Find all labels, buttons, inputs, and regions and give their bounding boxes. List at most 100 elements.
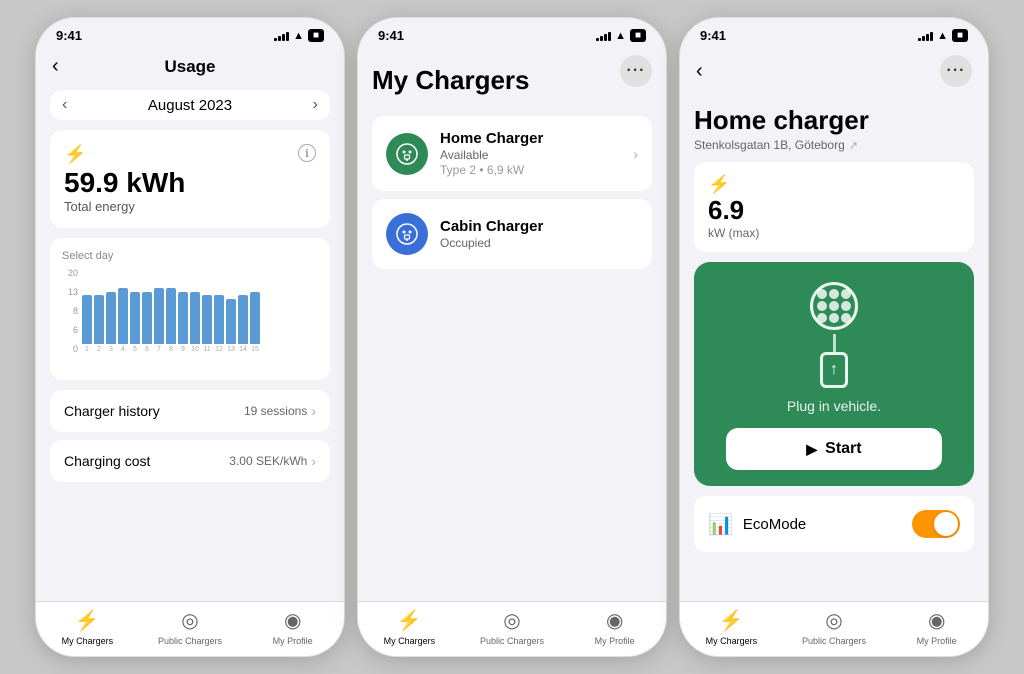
- charging-cost-value: 3.00 SEK/kWh: [229, 454, 307, 468]
- chargers-menu-button[interactable]: ···: [620, 55, 652, 87]
- tab-bar-1: ⚡ My Chargers ◎ Public Chargers ◉ My Pro…: [36, 601, 344, 656]
- external-link-icon[interactable]: ↗: [849, 139, 858, 152]
- chart-bar-1[interactable]: 1: [82, 295, 92, 353]
- chart-bar-2[interactable]: 2: [94, 295, 104, 353]
- charger-plug-icon-green: [396, 143, 418, 165]
- charger-history-label: Charger history: [64, 403, 160, 419]
- chart-bar-12[interactable]: 12: [214, 295, 224, 353]
- bar-xlabel-14: 14: [239, 346, 247, 353]
- chart-bar-10[interactable]: 10: [190, 292, 200, 354]
- bar-xlabel-10: 10: [191, 346, 199, 353]
- kw-card: ⚡ 6.9 kW (max): [694, 162, 974, 252]
- tab-profile-1[interactable]: ◉ My Profile: [241, 608, 344, 646]
- plug-connector-icon: ↑: [820, 352, 848, 388]
- info-button[interactable]: ℹ: [298, 144, 316, 162]
- home-charger-card[interactable]: Home Charger Available Type 2 • 6,9 kW ›: [372, 116, 652, 191]
- signal-icon-2: [596, 31, 611, 41]
- tab-profile-3[interactable]: ◉ My Profile: [885, 608, 988, 646]
- plug-cable: [833, 334, 836, 352]
- tab-public-chargers-3[interactable]: ◎ Public Chargers: [783, 608, 886, 646]
- tab-chargers-icon-3: ⚡: [719, 608, 744, 633]
- kw-bolt-icon: ⚡: [708, 174, 960, 195]
- tab-profile-2[interactable]: ◉ My Profile: [563, 608, 666, 646]
- bar-xlabel-7: 7: [157, 346, 161, 353]
- tab-profile-icon-2: ◉: [606, 608, 623, 633]
- status-bar-2: 9:41 ▲ ■: [358, 18, 666, 47]
- wifi-icon-1: ▲: [293, 30, 304, 42]
- bar-xlabel-11: 11: [203, 346, 210, 353]
- cabin-charger-icon: [386, 213, 428, 255]
- chart-bar-14[interactable]: 14: [238, 295, 248, 353]
- back-button-usage[interactable]: ‹: [52, 55, 80, 78]
- tab-public-icon-1: ◎: [181, 608, 198, 633]
- prev-month-button[interactable]: ‹: [62, 96, 67, 114]
- tab-profile-label-2: My Profile: [595, 636, 635, 646]
- tab-my-chargers-3[interactable]: ⚡ My Chargers: [680, 608, 783, 646]
- ylabel-8: 8: [62, 306, 78, 316]
- back-button-detail[interactable]: ‹: [696, 60, 724, 83]
- chart-bar-9[interactable]: 9: [178, 292, 188, 354]
- month-nav: ‹ August 2023 ›: [50, 90, 330, 120]
- chart-bar-13[interactable]: 13: [226, 299, 236, 353]
- bar-xlabel-8: 8: [169, 346, 173, 353]
- ylabel-20: 20: [62, 268, 78, 278]
- status-icons-2: ▲ ■: [596, 29, 646, 42]
- status-bar-3: 9:41 ▲ ■: [680, 18, 988, 47]
- detail-menu-button[interactable]: ···: [940, 55, 972, 87]
- chart-bar-11[interactable]: 11: [202, 295, 212, 353]
- start-label: Start: [825, 440, 861, 458]
- tab-public-icon-2: ◎: [503, 608, 520, 633]
- plug-socket-icon: [810, 282, 858, 330]
- phone-home-charger: 9:41 ▲ ■ ‹ ··· Home charger Stenkolsgata…: [679, 17, 989, 657]
- tab-my-chargers-2[interactable]: ⚡ My Chargers: [358, 608, 461, 646]
- tab-chargers-icon-1: ⚡: [75, 608, 100, 633]
- tab-my-chargers-1[interactable]: ⚡ My Chargers: [36, 608, 139, 646]
- ylabel-0: 0: [62, 344, 78, 354]
- start-play-icon: ▶: [806, 441, 817, 458]
- status-time-3: 9:41: [700, 28, 726, 43]
- chart-bar-7[interactable]: 7: [154, 288, 164, 353]
- start-button[interactable]: ▶ Start: [726, 428, 941, 470]
- home-charger-address: Stenkolsgatan 1B, Göteborg ↗: [694, 138, 974, 152]
- chart-bar-3[interactable]: 3: [106, 292, 116, 354]
- chart-card: Select day 20 13 8 6 0 12345678910111213…: [50, 238, 330, 380]
- ecomode-label: EcoMode: [743, 516, 806, 533]
- my-chargers-title: My Chargers: [372, 55, 530, 108]
- tab-bar-3: ⚡ My Chargers ◎ Public Chargers ◉ My Pro…: [680, 601, 988, 656]
- charger-history-row[interactable]: Charger history 19 sessions ›: [50, 390, 330, 432]
- cabin-charger-name: Cabin Charger: [440, 218, 638, 235]
- status-icons-3: ▲ ■: [918, 29, 968, 42]
- charger-plug-icon-blue: [396, 223, 418, 245]
- tab-profile-icon-1: ◉: [284, 608, 301, 633]
- charging-cost-row[interactable]: Charging cost 3.00 SEK/kWh ›: [50, 440, 330, 482]
- bar-xlabel-1: 1: [85, 346, 89, 353]
- next-month-button[interactable]: ›: [313, 96, 318, 114]
- bar-xlabel-13: 13: [227, 346, 235, 353]
- bar-xlabel-12: 12: [215, 346, 223, 353]
- chart-bar-4[interactable]: 4: [118, 288, 128, 353]
- ecomode-toggle[interactable]: [912, 510, 960, 538]
- energy-card: ⚡ ℹ 59.9 kWh Total energy: [50, 130, 330, 228]
- toggle-knob: [934, 512, 958, 536]
- tab-public-chargers-1[interactable]: ◎ Public Chargers: [139, 608, 242, 646]
- chart-bar-15[interactable]: 15: [250, 292, 260, 354]
- tab-chargers-label-2: My Chargers: [384, 636, 436, 646]
- kw-value: 6.9: [708, 195, 960, 226]
- chart-bar-8[interactable]: 8: [166, 288, 176, 353]
- address-text: Stenkolsgatan 1B, Göteborg: [694, 138, 845, 152]
- chart-select-label: Select day: [62, 250, 318, 262]
- screen-usage: ‹ Usage ‹ August 2023 › ⚡ ℹ 59.9 kWh Tot…: [36, 47, 344, 656]
- plug-icon-area: ↑: [810, 282, 858, 388]
- wifi-icon-3: ▲: [937, 30, 948, 42]
- ecomode-left: 📊 EcoMode: [708, 512, 806, 537]
- cabin-charger-card[interactable]: Cabin Charger Occupied: [372, 199, 652, 269]
- tab-public-label-3: Public Chargers: [802, 636, 866, 646]
- bolt-icon: ⚡: [64, 144, 86, 165]
- nav-header-usage: ‹ Usage: [36, 47, 344, 82]
- tab-public-chargers-2[interactable]: ◎ Public Chargers: [461, 608, 564, 646]
- chart-bar-6[interactable]: 6: [142, 292, 152, 354]
- month-label: August 2023: [148, 97, 232, 114]
- chart-bar-5[interactable]: 5: [130, 292, 140, 354]
- home-charger-icon: [386, 133, 428, 175]
- charging-cost-right: 3.00 SEK/kWh ›: [229, 453, 316, 469]
